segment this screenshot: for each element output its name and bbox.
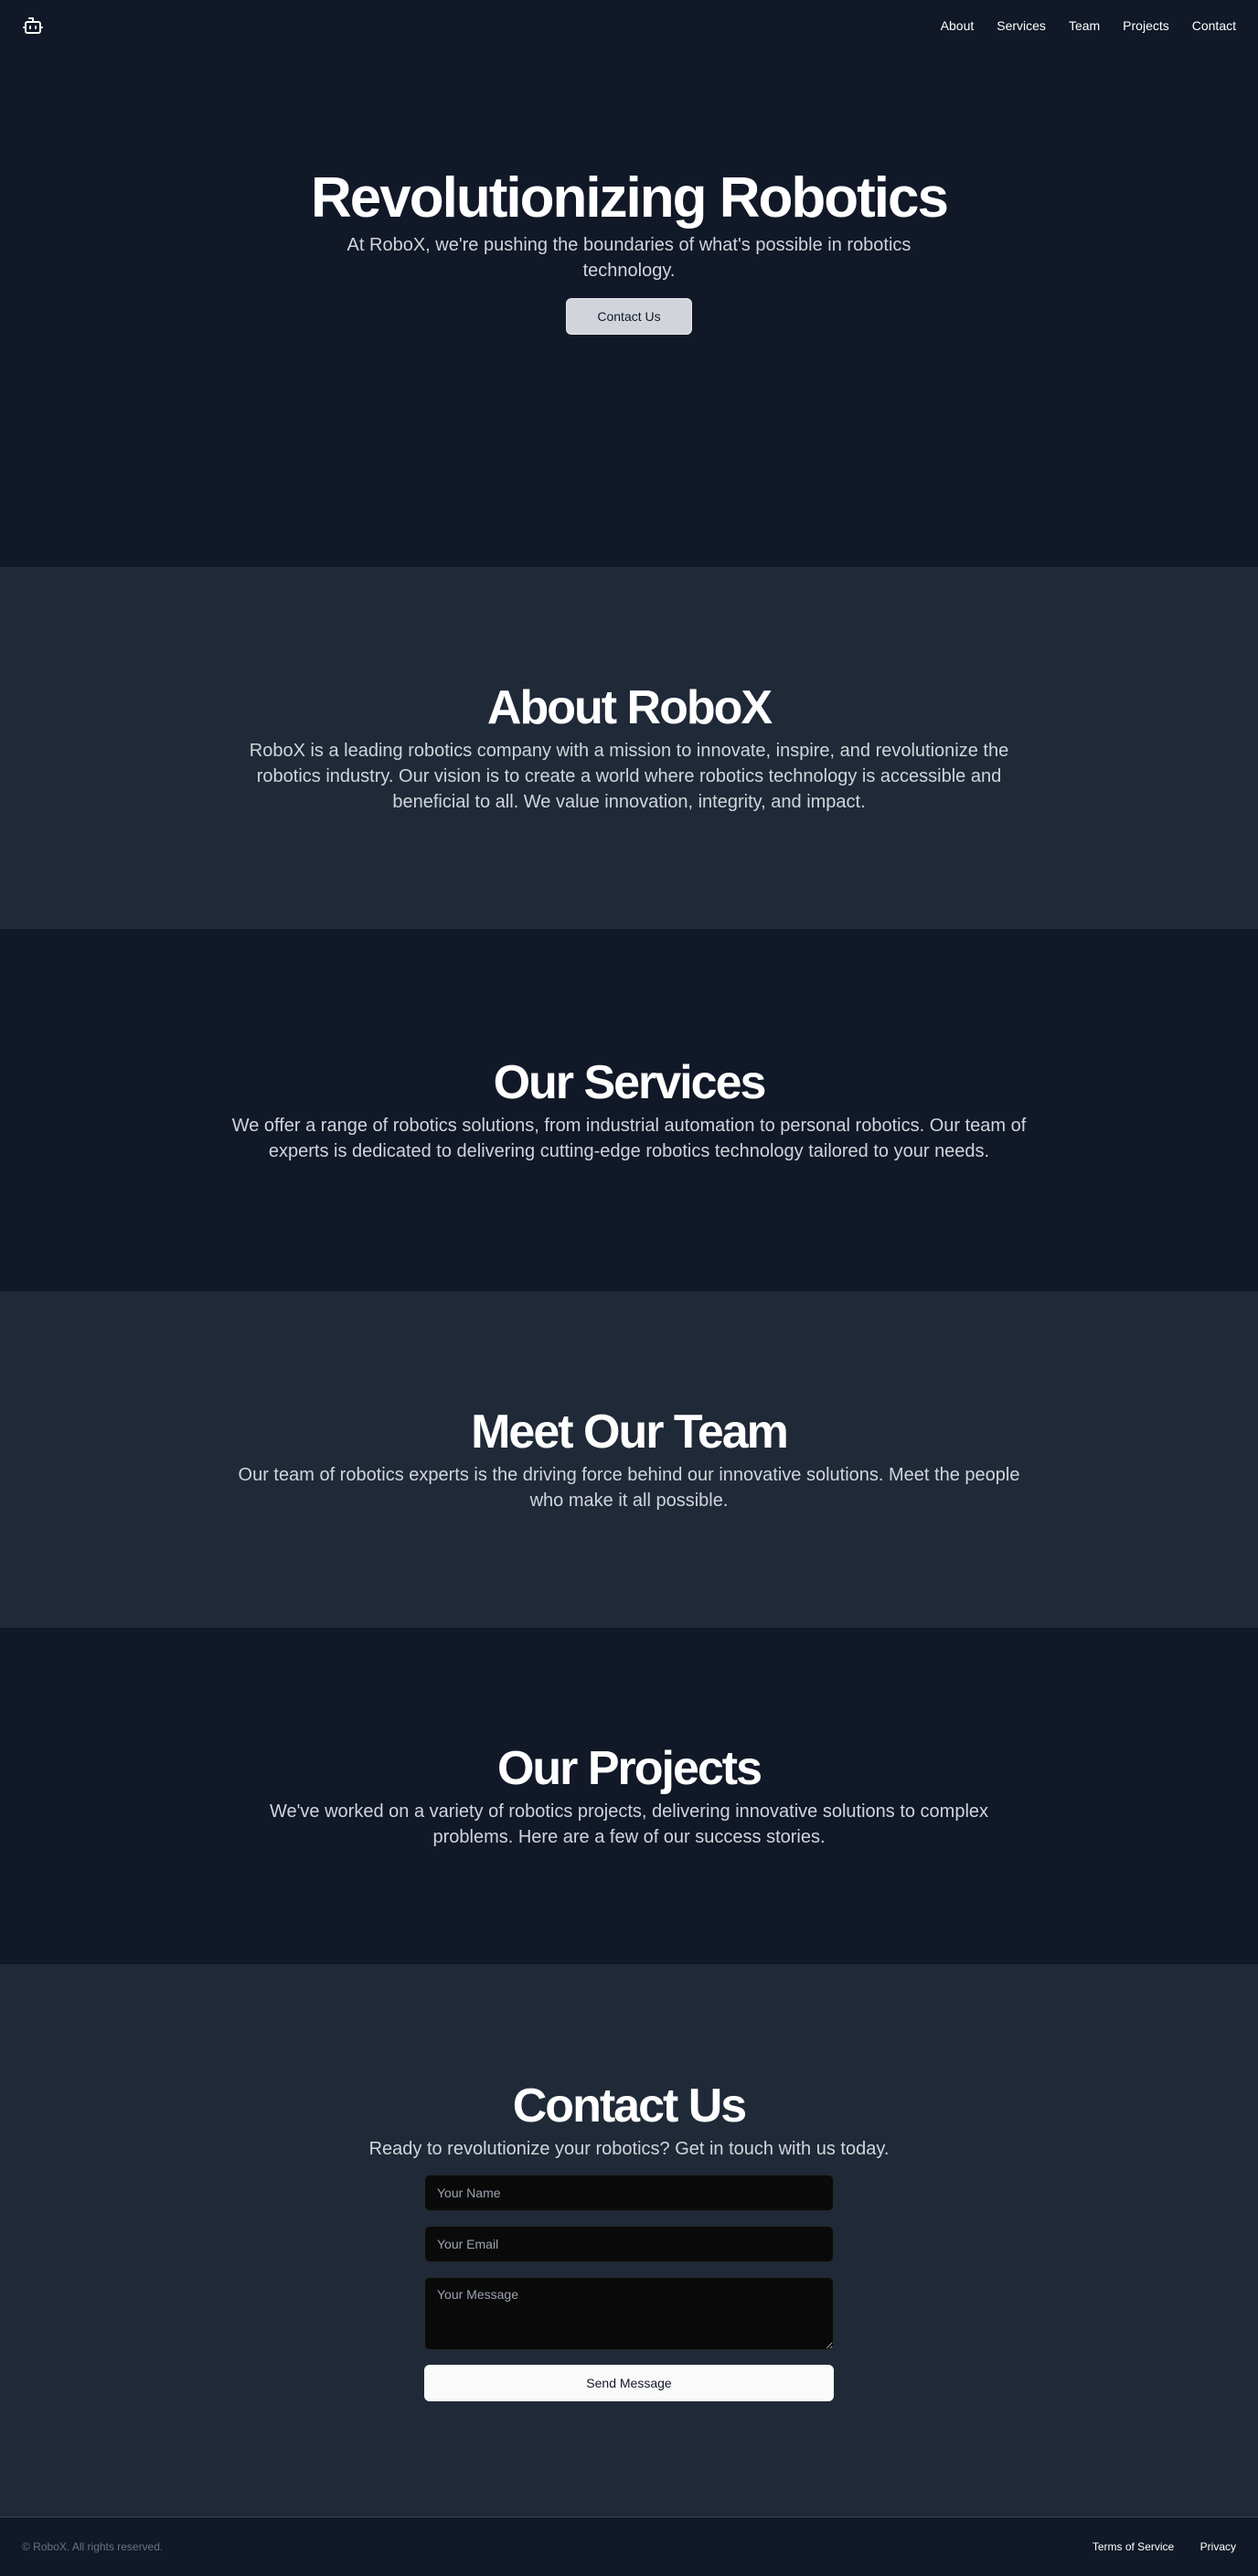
nav-link-services[interactable]: Services <box>997 18 1046 33</box>
email-input[interactable] <box>424 2225 834 2262</box>
contact-us-button[interactable]: Contact Us <box>566 297 692 335</box>
nav-link-team[interactable]: Team <box>1069 18 1100 33</box>
contact-form: Send Message <box>424 2174 834 2401</box>
message-textarea[interactable] <box>424 2276 834 2350</box>
contact-title: Contact Us <box>512 2079 747 2133</box>
services-section: Our Services We offer a range of robotic… <box>0 929 1258 1291</box>
robot-icon <box>23 17 43 34</box>
name-input[interactable] <box>424 2174 834 2211</box>
site-footer: © RoboX. All rights reserved. Terms of S… <box>0 2517 1258 2576</box>
nav-link-about[interactable]: About <box>941 18 975 33</box>
footer-links: Terms of Service Privacy <box>1071 2539 1236 2555</box>
team-text: Our team of robotics experts is the driv… <box>238 1464 1020 1511</box>
copyright-text: © RoboX. All rights reserved. <box>22 2540 164 2553</box>
send-message-button[interactable]: Send Message <box>424 2364 834 2401</box>
robot-logo-link[interactable] <box>22 15 44 37</box>
projects-title: Our Projects <box>496 1742 762 1796</box>
projects-text: We've worked on a variety of robotics pr… <box>269 1801 989 1847</box>
about-text: RoboX is a leading robotics company with… <box>249 740 1009 812</box>
nav-link-projects[interactable]: Projects <box>1123 18 1169 33</box>
privacy-link[interactable]: Privacy <box>1200 2540 1236 2553</box>
contact-section: Contact Us Ready to revolutionize your r… <box>0 1964 1258 2517</box>
about-title: About RoboX <box>486 681 773 735</box>
team-section: Meet Our Team Our team of robotics exper… <box>0 1291 1258 1628</box>
team-title: Meet Our Team <box>471 1406 789 1459</box>
main-nav: About Services Team Projects Contact <box>918 18 1236 33</box>
contact-text: Ready to revolutionize your robotics? Ge… <box>368 2138 890 2159</box>
hero-subtitle: At RoboX, we're pushing the boundaries o… <box>346 234 912 281</box>
site-header: About Services Team Projects Contact <box>0 0 1258 51</box>
terms-of-service-link[interactable]: Terms of Service <box>1093 2540 1174 2553</box>
nav-link-contact[interactable]: Contact <box>1192 18 1236 33</box>
hero-section: Revolutionizing Robotics At RoboX, we're… <box>0 51 1258 567</box>
about-section: About RoboX RoboX is a leading robotics … <box>0 567 1258 929</box>
services-text: We offer a range of robotics solutions, … <box>231 1115 1027 1161</box>
services-title: Our Services <box>493 1056 767 1110</box>
hero-title: Revolutionizing Robotics <box>311 166 949 230</box>
projects-section: Our Projects We've worked on a variety o… <box>0 1628 1258 1964</box>
